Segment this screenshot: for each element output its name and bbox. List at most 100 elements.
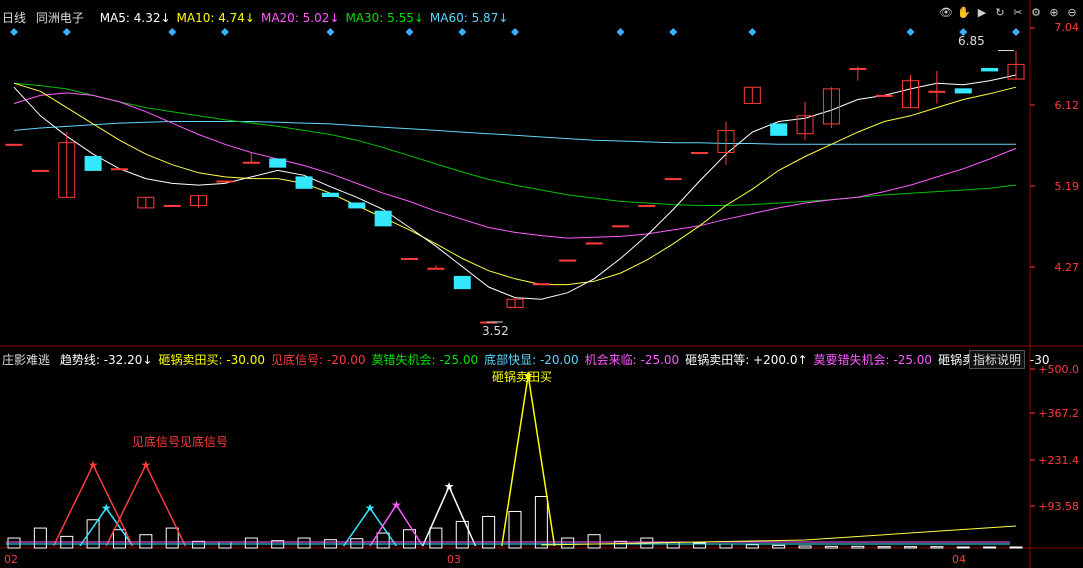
indicator-name: 庄影难逃 — [2, 353, 51, 367]
candle-body — [849, 67, 867, 70]
indicator-bar — [350, 538, 364, 549]
candle-body — [216, 180, 234, 183]
signal-star: ★ — [391, 498, 402, 512]
signal-triangle — [105, 463, 187, 547]
candle-body — [928, 90, 946, 93]
signal-diamond — [326, 28, 335, 36]
candle-body — [532, 283, 550, 286]
indicator-bar — [508, 510, 522, 549]
price-tick: 4.27 — [1054, 261, 1080, 274]
candle-body — [348, 202, 366, 209]
ma60-line — [13, 121, 1016, 145]
indicator-bar — [772, 544, 786, 549]
indicator-bar — [482, 515, 496, 549]
candle-body — [163, 204, 181, 207]
indicator-bar — [587, 534, 601, 549]
candle-body — [321, 192, 339, 197]
candle-body — [31, 169, 49, 172]
indicator-values: 趋势线: -32.20↓ 砸锅卖田买: -30.00 见底信号: -20.00 莫错失… — [54, 353, 1050, 367]
signal-star: ★ — [101, 501, 112, 515]
stock-name: 同洲电子 — [35, 11, 84, 25]
indicator-bar — [139, 534, 153, 549]
indicator-bar — [904, 546, 918, 549]
signal-annotation: 见底信号见底信号 — [132, 435, 229, 449]
candle-body — [875, 94, 893, 97]
signal-diamond — [906, 28, 915, 36]
ma-legend-item: MA20: 5.02↓ — [260, 11, 340, 25]
indicator-bar — [719, 543, 733, 549]
signal-triangle — [52, 463, 134, 547]
settings-icon[interactable]: ⚙ — [1029, 6, 1043, 20]
ma-legend-item: MA30: 5.55↓ — [345, 11, 424, 25]
price-tick: 7.04 — [1054, 21, 1080, 34]
signal-diamond — [10, 28, 18, 36]
high-price-label: 6.85 — [958, 34, 985, 48]
candle-body — [5, 143, 23, 146]
indicator-bar — [244, 537, 258, 549]
candle-body — [110, 168, 128, 171]
scissors-icon[interactable]: ✂ — [1011, 6, 1025, 20]
refresh-icon[interactable]: ↻ — [993, 6, 1007, 20]
signal-diamond — [220, 28, 229, 36]
indicator-bar — [165, 527, 179, 549]
signal-star: ★ — [444, 480, 455, 494]
low-price-label: 3.52 — [482, 324, 509, 338]
signal-triangle — [501, 375, 556, 547]
hand-icon[interactable]: ✋ — [957, 6, 971, 20]
indicator-bar — [297, 537, 311, 549]
candle-body — [954, 88, 972, 94]
signal-star: ★ — [365, 501, 376, 515]
indicator-bar — [429, 527, 443, 549]
candle-body — [401, 257, 419, 260]
ma-legend: 日线 同洲电子 MA5: 4.32↓ MA10: 4.74↓ MA20: 5.02↓… — [2, 9, 508, 26]
indicator-bar — [956, 546, 970, 549]
candle-body — [585, 242, 603, 245]
ma5-line — [13, 74, 1017, 300]
candle-body — [559, 259, 577, 262]
indicator-bar — [534, 496, 548, 549]
candle-body — [453, 275, 471, 290]
indicator-legend-item: 见底信号: -20.00 — [271, 353, 366, 367]
indicator-bar — [7, 537, 21, 549]
indicator-tick: +93.58 — [1038, 500, 1079, 513]
indicator-tick: +500.0 — [1038, 363, 1079, 376]
signal-diamond — [616, 28, 625, 36]
eye-icon[interactable]: 👁 — [939, 6, 953, 20]
signal-diamond — [405, 28, 414, 36]
ma-legend-item: MA10: 4.74↓ — [176, 11, 255, 25]
zoom-out-icon[interactable]: ⊖ — [1065, 6, 1079, 20]
candle-body — [638, 204, 656, 207]
candle-body — [691, 151, 709, 154]
indicator-legend: 庄影难逃 趋势线: -32.20↓ 砸锅卖田买: -30.00 见底信号: -20.… — [2, 351, 1050, 368]
indicator-bar — [745, 544, 759, 549]
ma10-line — [13, 82, 1017, 286]
candle-body — [611, 225, 629, 228]
indicator-bar — [376, 532, 390, 549]
indicator-legend-item: 砸锅卖田买: -30.00 — [158, 353, 265, 367]
price-tick: 6.12 — [1054, 99, 1080, 112]
chart-canvas: ★ ★ ★★★★★ — [0, 0, 1083, 568]
indicator-bar — [218, 541, 232, 549]
indicator-legend-item: 机会来临: -25.00 — [584, 353, 680, 367]
play-icon[interactable]: ▶ — [975, 6, 989, 20]
indicator-bar — [561, 537, 575, 549]
indicator-legend-item: 底部快显: -20.00 — [484, 353, 579, 367]
candle-body — [981, 67, 999, 72]
candle-body — [427, 267, 445, 270]
indicator-bar — [33, 527, 47, 549]
signal-diamond — [458, 28, 467, 36]
indicator-explain-button[interactable]: 指标说明 — [969, 350, 1026, 369]
signal-annotation: 砸锅卖田买 — [492, 370, 553, 384]
indicator-tick: +231.4 — [1038, 454, 1079, 467]
indicator-legend-item: 莫要错失机会: -25.00 — [813, 353, 933, 367]
zoom-in-icon[interactable]: ⊕ — [1047, 6, 1061, 20]
candle-body — [269, 158, 287, 168]
signal-diamond — [168, 28, 177, 36]
candle-body — [242, 161, 260, 164]
signal-diamond — [669, 28, 678, 36]
indicator-tick: +367.2 — [1038, 407, 1079, 420]
candle-body — [664, 178, 682, 181]
indicator-legend-item: 趋势线: -32.20↓ — [59, 353, 153, 367]
indicator-bar — [877, 546, 891, 549]
price-tick: 5.19 — [1054, 180, 1080, 193]
